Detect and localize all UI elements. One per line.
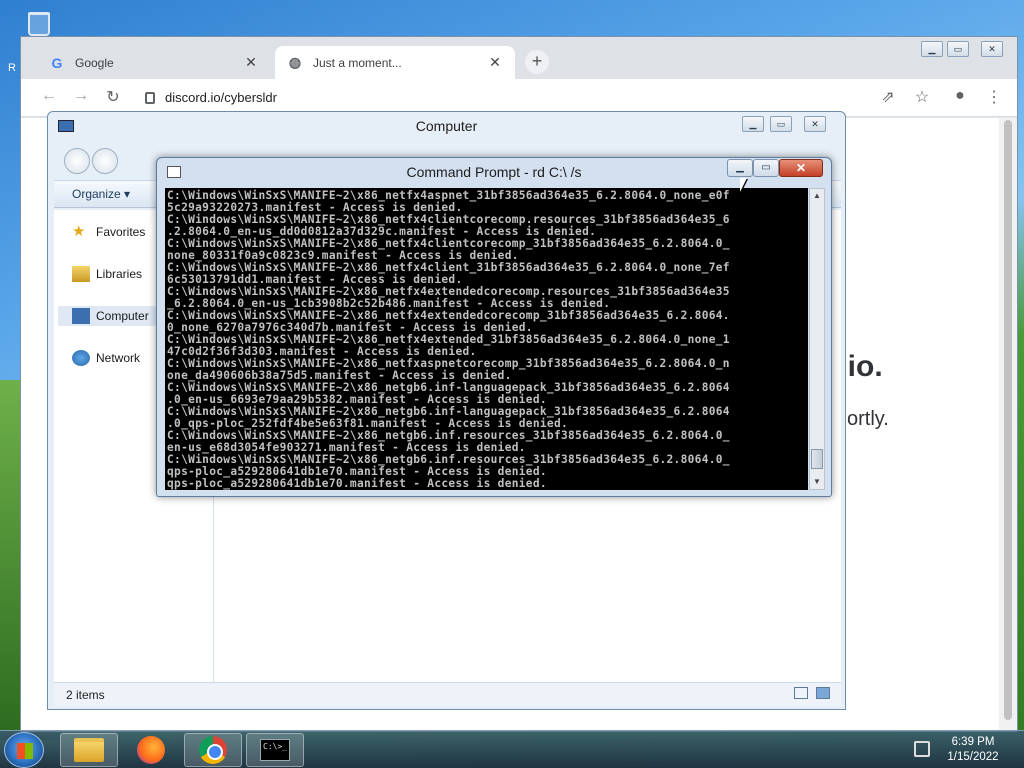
taskbar-chrome[interactable]: [184, 733, 242, 767]
preview-view-icon[interactable]: [816, 687, 830, 699]
network-icon: [72, 350, 90, 366]
close-tab-icon[interactable]: ✕: [487, 54, 503, 71]
scroll-thumb[interactable]: [811, 449, 823, 469]
forward-icon[interactable]: [92, 148, 118, 174]
minimize-icon[interactable]: ▁: [727, 159, 753, 177]
taskbar-explorer[interactable]: [60, 733, 118, 767]
desktop-label: R: [8, 62, 16, 74]
nav-label: Computer: [96, 309, 149, 323]
nav-label: Network: [96, 351, 141, 365]
google-icon: G: [51, 54, 63, 71]
star-icon: ★: [72, 223, 86, 240]
lock-icon: [145, 92, 155, 104]
windows-logo-icon: [17, 743, 33, 759]
details-view-icon[interactable]: [794, 687, 808, 699]
bookmark-star-icon[interactable]: ☆: [911, 87, 933, 109]
network-tray-icon[interactable]: [914, 741, 930, 757]
page-subtext: ortly.: [847, 408, 889, 430]
console-output[interactable]: C:\Windows\WinSxS\MANIFE~2\x86_netfx4asp…: [165, 188, 808, 490]
nav-item-network[interactable]: Network: [72, 350, 140, 366]
tab-google[interactable]: G Google ✕: [37, 46, 271, 79]
clock-time: 6:39 PM: [951, 736, 995, 748]
back-icon[interactable]: [64, 148, 90, 174]
item-count: 2 items: [66, 688, 105, 702]
organize-button[interactable]: Organize ▾: [72, 187, 130, 201]
mouse-cursor-icon: [740, 178, 747, 192]
globe-icon: ◍: [288, 54, 302, 70]
back-icon[interactable]: ←: [37, 87, 61, 109]
share-icon[interactable]: ⇗: [877, 87, 899, 109]
close-icon[interactable]: ✕: [981, 41, 1003, 57]
new-tab-button[interactable]: +: [525, 50, 549, 74]
reload-icon[interactable]: ↻: [101, 87, 125, 109]
minimize-icon[interactable]: ▁: [921, 41, 943, 57]
maximize-icon[interactable]: ▭: [753, 159, 779, 177]
chrome-icon: [199, 736, 227, 764]
maximize-icon[interactable]: ▭: [770, 116, 792, 132]
console-scrollbar[interactable]: ▲ ▼: [809, 188, 825, 490]
cmd-icon: C:\>_: [260, 739, 290, 761]
firefox-icon: [137, 736, 165, 764]
profile-avatar-icon[interactable]: ●: [949, 87, 971, 109]
nav-item-favorites[interactable]: ★ Favorites: [72, 224, 145, 240]
tab-label: Google: [75, 55, 114, 70]
close-icon[interactable]: ✕: [804, 116, 826, 132]
tab-label: Just a moment...: [313, 55, 402, 70]
taskbar: C:\>_ 6:39 PM 1/15/2022: [0, 730, 1024, 768]
nav-label: Libraries: [96, 267, 143, 281]
tab-strip: G Google ✕ ◍ Just a moment... ✕ + ▁ ▭ ✕: [21, 37, 1017, 79]
folder-icon: [74, 738, 104, 762]
scroll-up-icon[interactable]: ▲: [810, 189, 824, 203]
start-button[interactable]: [4, 732, 44, 768]
libraries-icon: [72, 266, 90, 282]
recycle-bin-icon[interactable]: [20, 6, 56, 36]
url-text: discord.io/cybersldr: [165, 90, 277, 105]
system-clock[interactable]: 6:39 PM 1/15/2022: [930, 735, 1016, 765]
taskbar-cmd[interactable]: C:\>_: [246, 733, 304, 767]
explorer-title: Computer: [415, 118, 478, 134]
close-icon[interactable]: ✕: [779, 159, 823, 177]
status-bar: 2 items: [54, 682, 841, 706]
tab-just-a-moment[interactable]: ◍ Just a moment... ✕: [275, 46, 515, 79]
clock-date: 1/15/2022: [947, 751, 999, 763]
minimize-icon[interactable]: ▁: [742, 116, 764, 132]
taskbar-firefox[interactable]: [122, 733, 180, 767]
menu-dots-icon[interactable]: ⋮: [983, 87, 1005, 109]
nav-item-libraries[interactable]: Libraries: [72, 266, 142, 282]
forward-icon[interactable]: →: [69, 87, 93, 109]
scroll-down-icon[interactable]: ▼: [810, 475, 824, 489]
close-tab-icon[interactable]: ✕: [243, 54, 259, 71]
maximize-icon[interactable]: ▭: [947, 41, 969, 57]
console-line: qps-ploc_a529280641db1e70.manifest - Acc…: [167, 477, 547, 490]
nav-label: Favorites: [96, 225, 146, 239]
address-bar[interactable]: discord.io/cybersldr: [145, 85, 945, 111]
command-prompt-window: Command Prompt - rd C:\ /s ▁ ▭ ✕ C:\Wind…: [156, 157, 832, 497]
page-scrollbar[interactable]: [999, 118, 1017, 732]
computer-icon: [72, 308, 90, 324]
